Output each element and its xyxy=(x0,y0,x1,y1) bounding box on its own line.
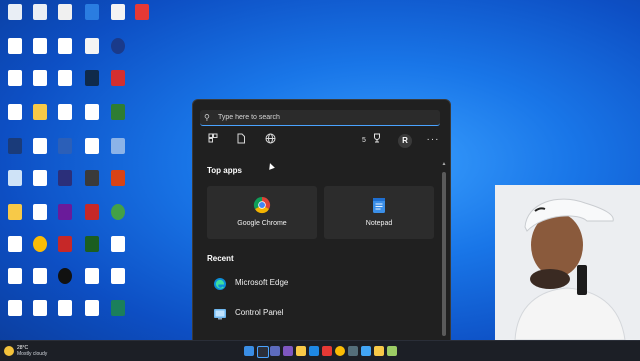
desktop-icon[interactable] xyxy=(53,300,77,332)
notepad-taskbar-icon[interactable] xyxy=(361,346,371,356)
account-avatar[interactable]: R xyxy=(398,134,412,148)
desktop-icon[interactable] xyxy=(106,268,130,300)
desktop-icon[interactable] xyxy=(28,300,52,332)
desktop-icon[interactable] xyxy=(53,236,77,268)
desktop-icon[interactable] xyxy=(28,70,52,102)
desktop-icon[interactable] xyxy=(106,236,130,268)
desktop-icon[interactable] xyxy=(28,38,52,70)
desktop-icon[interactable] xyxy=(28,236,52,268)
app-tile-label: Notepad xyxy=(365,220,393,227)
desktop-icon[interactable] xyxy=(106,70,130,102)
desktop-icon[interactable] xyxy=(80,170,104,202)
desktop-icon[interactable] xyxy=(53,204,77,236)
desktop-icon[interactable] xyxy=(80,104,104,136)
search-icon: ⚲ xyxy=(204,112,210,122)
notepad-icon xyxy=(370,196,388,214)
file-explorer-icon[interactable] xyxy=(296,346,306,356)
top-apps-heading: Top apps xyxy=(207,166,242,175)
desktop-icon[interactable] xyxy=(106,4,130,36)
edge-taskbar-icon[interactable] xyxy=(309,346,319,356)
scroll-up-icon[interactable]: ▲ xyxy=(441,161,447,167)
results-scrollbar[interactable]: ▲ xyxy=(441,160,447,338)
store-icon[interactable] xyxy=(322,346,332,356)
scrollbar-thumb[interactable] xyxy=(442,172,446,336)
app-tile-notepad[interactable]: Notepad xyxy=(324,186,434,239)
widgets-icon[interactable] xyxy=(283,346,293,356)
app-tile-google-chrome[interactable]: Google Chrome xyxy=(207,186,317,239)
desktop-icon[interactable] xyxy=(53,170,77,202)
search-taskbar-icon[interactable] xyxy=(257,346,269,358)
webcam-overlay xyxy=(495,185,640,341)
recent-item-control-panel[interactable]: Control Panel xyxy=(213,306,433,322)
desktop-icon[interactable] xyxy=(3,300,27,332)
web-filter-icon[interactable] xyxy=(262,133,278,149)
search-panel: ⚲ 5 R ··· Top apps Google xyxy=(192,99,451,342)
desktop-icon[interactable] xyxy=(80,268,104,300)
rewards-trophy-icon[interactable] xyxy=(369,133,385,149)
desktop-icon[interactable] xyxy=(3,38,27,70)
desktop-icon[interactable] xyxy=(28,104,52,136)
desktop-icon[interactable] xyxy=(28,4,52,36)
desktop-icon[interactable] xyxy=(53,70,77,102)
desktop-icon[interactable] xyxy=(80,4,104,36)
presenter-image xyxy=(495,185,640,341)
chrome-icon xyxy=(253,196,271,214)
desktop-icon[interactable] xyxy=(80,70,104,102)
desktop-icon[interactable] xyxy=(3,268,27,300)
app-taskbar-icon[interactable] xyxy=(348,346,358,356)
desktop-icon[interactable] xyxy=(53,104,77,136)
rewards-points: 5 xyxy=(362,137,366,144)
desktop-icon[interactable] xyxy=(53,38,77,70)
taskbar: 28°C Mostly cloudy xyxy=(0,340,640,361)
desktop-icon[interactable] xyxy=(3,170,27,202)
desktop-icon[interactable] xyxy=(106,204,130,236)
folder-taskbar-icon[interactable] xyxy=(374,346,384,356)
desktop-icon[interactable] xyxy=(106,138,130,170)
documents-filter-icon[interactable] xyxy=(233,133,249,149)
search-box[interactable]: ⚲ xyxy=(200,110,440,126)
desktop-icon[interactable] xyxy=(130,4,154,36)
desktop-icon[interactable] xyxy=(80,300,104,332)
task-view-icon[interactable] xyxy=(270,346,280,356)
desktop-icon[interactable] xyxy=(28,138,52,170)
recent-item-microsoft-edge[interactable]: Microsoft Edge xyxy=(213,276,433,292)
desktop-icon[interactable] xyxy=(3,4,27,36)
desktop-icon[interactable] xyxy=(28,170,52,202)
desktop-icon[interactable] xyxy=(106,104,130,136)
recent-item-label: Control Panel xyxy=(235,308,284,317)
desktop-icon[interactable] xyxy=(53,138,77,170)
desktop-icon[interactable] xyxy=(106,300,130,332)
weather-icon xyxy=(4,346,14,356)
desktop-icon[interactable] xyxy=(28,268,52,300)
desktop-icon[interactable] xyxy=(106,170,130,202)
app-tile-label: Google Chrome xyxy=(237,220,287,227)
desktop-icons-area xyxy=(0,0,190,330)
desktop-icon[interactable] xyxy=(3,236,27,268)
weather-description: Mostly cloudy xyxy=(17,351,48,357)
search-input[interactable] xyxy=(216,113,420,122)
desktop-icon[interactable] xyxy=(80,204,104,236)
chrome-taskbar-icon[interactable] xyxy=(335,346,345,356)
desktop-icon[interactable] xyxy=(28,204,52,236)
desktop-icon[interactable] xyxy=(3,204,27,236)
search-filter-bar: 5 R ··· xyxy=(205,133,439,149)
recent-item-label: Microsoft Edge xyxy=(235,278,289,287)
desktop-icon[interactable] xyxy=(53,268,77,300)
more-options-button[interactable]: ··· xyxy=(425,133,441,149)
desktop-icon[interactable] xyxy=(80,236,104,268)
desktop-icon[interactable] xyxy=(106,38,130,70)
start-button-icon[interactable] xyxy=(244,346,254,356)
desktop-icon[interactable] xyxy=(3,104,27,136)
desktop-icon[interactable] xyxy=(3,138,27,170)
control-panel-icon xyxy=(213,307,227,321)
desktop-icon[interactable] xyxy=(80,38,104,70)
app-taskbar-icon[interactable] xyxy=(387,346,397,356)
apps-filter-icon[interactable] xyxy=(205,133,221,149)
desktop-icon[interactable] xyxy=(53,4,77,36)
desktop-icon[interactable] xyxy=(80,138,104,170)
recent-heading: Recent xyxy=(207,254,234,263)
desktop-icon[interactable] xyxy=(3,70,27,102)
weather-widget[interactable]: 28°C Mostly cloudy xyxy=(4,344,64,358)
edge-icon xyxy=(213,277,227,291)
